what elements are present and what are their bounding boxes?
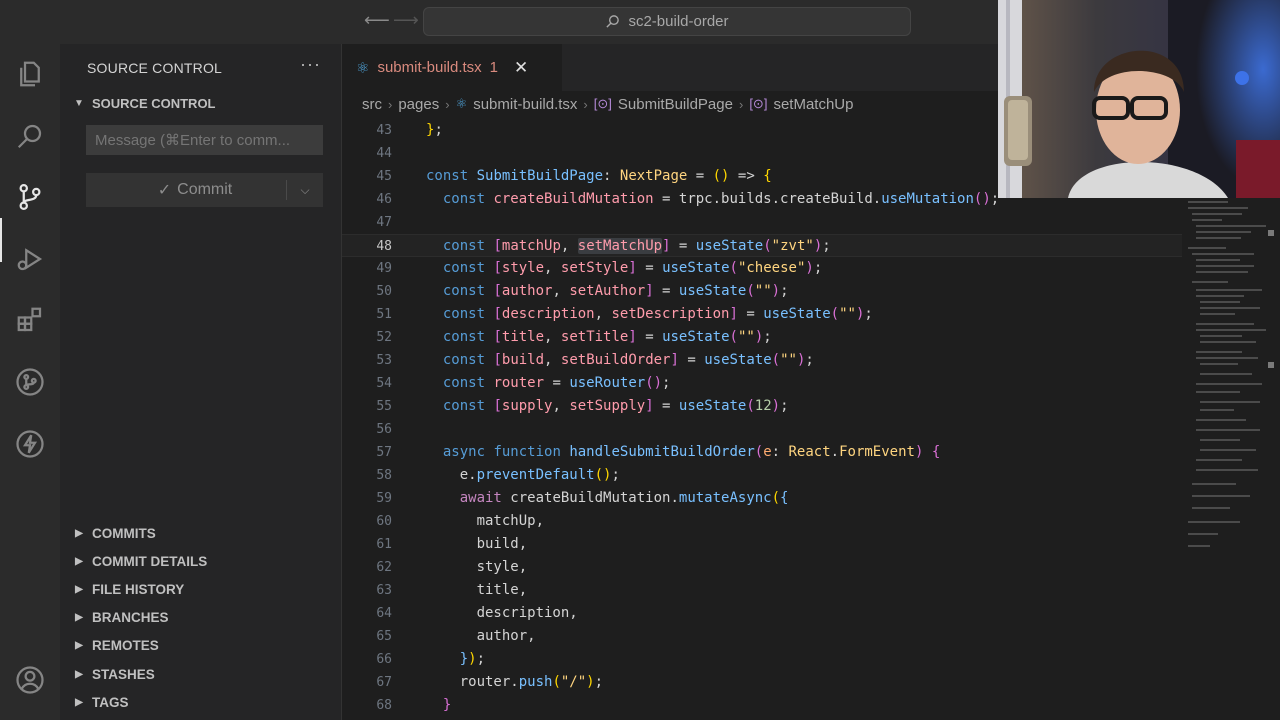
chevron-down-icon: ▼ — [74, 98, 84, 109]
code-editor[interactable]: 43}; 44 45 const SubmitBuildPage: NextPag… — [342, 119, 1182, 720]
commit-message-input[interactable] — [86, 125, 323, 155]
sidebar-title: SOURCE CONTROL — [87, 60, 223, 76]
problem-count-badge: 1 — [489, 59, 498, 76]
code-line: 67 router.push("/"); — [376, 674, 604, 690]
breadcrumb-src[interactable]: src — [362, 96, 382, 113]
code-line: 65 author, — [376, 628, 536, 644]
source-control-section-header[interactable]: ▼ SOURCE CONTROL — [72, 96, 216, 111]
code-line: 55 const [supply, setSupply] = useState(… — [376, 398, 789, 414]
search-icon[interactable] — [14, 120, 46, 152]
code-line-current: 48 const [matchUp, setMatchUp] = useStat… — [342, 234, 1182, 257]
code-line: 57 async function handleSubmitBuildOrder… — [376, 444, 941, 460]
code-line: 47 — [376, 215, 392, 230]
code-line: 63 title, — [376, 582, 528, 598]
code-line: 68 } — [376, 697, 452, 713]
chevron-right-icon: ▶ — [75, 612, 83, 624]
workspace-name: sc2-build-order — [628, 13, 729, 30]
lightning-icon[interactable] — [14, 428, 46, 460]
code-line: 60 matchUp, — [376, 513, 545, 529]
chevron-right-icon: › — [388, 96, 393, 112]
git-graph-icon[interactable] — [14, 366, 46, 398]
panel-stashes[interactable]: ▶ STASHES — [72, 660, 332, 688]
source-control-sidebar: SOURCE CONTROL ··· ▼ SOURCE CONTROL ✓ Co… — [60, 44, 342, 720]
chevron-right-icon: ▶ — [75, 640, 83, 652]
code-line: 59 await createBuildMutation.mutateAsync… — [376, 490, 789, 506]
webcam-overlay — [998, 0, 1280, 198]
code-line: 58 e.preventDefault(); — [376, 467, 620, 483]
code-line: 49 const [style, setStyle] = useState("c… — [376, 260, 823, 276]
code-line: 54 const router = useRouter(); — [376, 375, 671, 391]
breadcrumb-pages[interactable]: pages — [398, 96, 439, 113]
chevron-right-icon: › — [738, 96, 744, 112]
code-line: 50 const [author, setAuthor] = useState(… — [376, 283, 789, 299]
check-icon: ✓ — [157, 182, 172, 199]
source-control-icon[interactable] — [14, 181, 46, 213]
panel-remotes[interactable]: ▶ REMOTES — [72, 632, 332, 660]
command-center-search[interactable]: sc2-build-order — [423, 7, 911, 36]
code-line: 51 const [description, setDescription] =… — [376, 306, 873, 322]
code-line: 64 description, — [376, 605, 578, 621]
code-line: 66 }); — [376, 651, 486, 667]
chevron-right-icon: ▶ — [75, 696, 83, 708]
react-icon: ⚛ — [356, 59, 370, 77]
commit-button[interactable]: ✓ Commit ⌵ — [86, 173, 323, 207]
breadcrumb-file[interactable]: submit-build.tsx — [473, 96, 577, 113]
more-actions-icon[interactable]: ··· — [300, 54, 321, 75]
scrollbar-marker — [1268, 362, 1274, 368]
chevron-down-icon[interactable]: ⌵ — [287, 183, 323, 198]
code-line: 61 build, — [376, 536, 528, 552]
sidebar-panels: ▶ COMMITS ▶ COMMIT DETAILS ▶ FILE HISTORY ▶… — [72, 519, 332, 716]
breadcrumb-symbol[interactable]: SubmitBuildPage — [618, 96, 733, 113]
chevron-right-icon: ▶ — [75, 583, 83, 595]
code-line: 62 style, — [376, 559, 528, 575]
breadcrumb-symbol-current[interactable]: setMatchUp — [773, 96, 853, 113]
code-line: 52 const [title, setTitle] = useState(""… — [376, 329, 772, 345]
panel-commit-details[interactable]: ▶ COMMIT DETAILS — [72, 547, 332, 575]
extensions-icon[interactable] — [14, 304, 46, 336]
code-line: 56 — [376, 422, 392, 437]
scrollbar-marker — [1268, 230, 1274, 236]
panel-branches[interactable]: ▶ BRANCHES — [72, 604, 332, 632]
react-icon: ⚛ — [455, 96, 468, 111]
tab-submit-build[interactable]: ⚛ submit-build.tsx 1 ✕ — [342, 44, 562, 91]
code-line: 53 const [build, setBuildOrder] = useSta… — [376, 352, 814, 368]
panel-file-history[interactable]: ▶ FILE HISTORY — [72, 575, 332, 603]
chevron-right-icon: › — [445, 96, 450, 112]
commit-label: Commit — [177, 181, 233, 198]
explorer-icon[interactable] — [14, 58, 46, 90]
panel-commits[interactable]: ▶ COMMITS — [72, 519, 332, 547]
minimap[interactable] — [1182, 195, 1280, 720]
search-icon — [606, 15, 620, 28]
symbol-variable-icon: [⊙] — [593, 96, 612, 111]
active-indicator — [0, 218, 2, 262]
chevron-right-icon: ▶ — [75, 527, 83, 539]
panel-tags[interactable]: ▶ TAGS — [72, 688, 332, 716]
chevron-right-icon: › — [583, 96, 588, 112]
chevron-right-icon: ▶ — [75, 668, 83, 680]
activity-bar — [0, 44, 60, 720]
run-debug-icon[interactable] — [14, 243, 46, 275]
forward-arrow-icon[interactable]: ⟶ — [393, 10, 419, 31]
close-icon[interactable]: ✕ — [514, 58, 528, 78]
symbol-variable-icon: [⊙] — [749, 96, 768, 111]
account-icon[interactable] — [14, 664, 46, 696]
tab-label: submit-build.tsx — [377, 59, 482, 76]
chevron-right-icon: ▶ — [75, 555, 83, 567]
back-arrow-icon[interactable]: ⟵ — [364, 10, 390, 31]
section-label: SOURCE CONTROL — [92, 96, 216, 111]
